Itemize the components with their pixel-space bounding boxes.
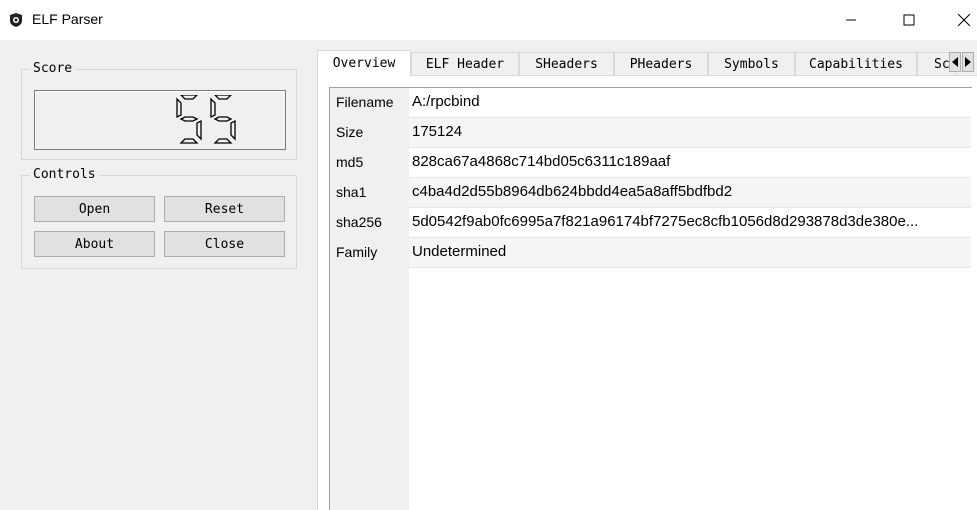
key-column-fill bbox=[330, 268, 409, 510]
arrow-right-icon bbox=[965, 57, 971, 67]
row-key: sha256 bbox=[330, 208, 409, 238]
row-value[interactable]: 175124 bbox=[409, 118, 971, 148]
overview-pane: Filename A:/rpcbind Size 175124 md5 828c… bbox=[317, 75, 977, 510]
score-lcd-digits bbox=[176, 95, 236, 144]
row-key: sha1 bbox=[330, 178, 409, 208]
controls-label: Controls bbox=[30, 167, 99, 182]
close-icon bbox=[957, 13, 971, 27]
score-lcd: 55 bbox=[34, 90, 286, 150]
table-row[interactable]: Family Undetermined bbox=[330, 238, 973, 268]
lcd-segment bbox=[213, 138, 233, 144]
lcd-segment bbox=[179, 138, 199, 144]
row-value[interactable]: A:/rpcbind bbox=[409, 88, 971, 118]
maximize-button[interactable] bbox=[886, 0, 932, 40]
row-value[interactable]: Undetermined bbox=[409, 238, 971, 268]
row-key: Family bbox=[330, 238, 409, 268]
row-key: Filename bbox=[330, 88, 409, 118]
tab-capabilities[interactable]: Capabilities bbox=[795, 52, 917, 75]
close-window-button[interactable] bbox=[944, 0, 977, 40]
row-value[interactable]: c4ba4d2d55b8964db624bbdd4ea5a8aff5bdfbd2 bbox=[409, 178, 971, 208]
app-logo-icon bbox=[10, 13, 22, 27]
minimize-icon bbox=[846, 19, 856, 21]
table-row[interactable]: sha1 c4ba4d2d55b8964db624bbdd4ea5a8aff5b… bbox=[330, 178, 973, 208]
window-title: ELF Parser bbox=[32, 11, 103, 27]
tab-pheaders[interactable]: PHeaders bbox=[614, 52, 708, 75]
tab-elf-header[interactable]: ELF Header bbox=[411, 52, 519, 75]
lcd-segment bbox=[213, 116, 233, 122]
row-key: md5 bbox=[330, 148, 409, 178]
row-key: Size bbox=[330, 118, 409, 148]
about-button[interactable]: About bbox=[34, 231, 155, 257]
maximize-icon bbox=[903, 14, 915, 26]
lcd-segment bbox=[176, 97, 182, 119]
lcd-segment bbox=[210, 97, 216, 119]
table-row[interactable]: Size 175124 bbox=[330, 118, 973, 148]
open-button[interactable]: Open bbox=[34, 196, 155, 222]
arrow-left-icon bbox=[952, 57, 958, 67]
tab-symbols[interactable]: Symbols bbox=[708, 52, 795, 75]
tab-scroll-left[interactable] bbox=[949, 52, 961, 72]
controls-group: Controls Open Reset About Close bbox=[21, 167, 297, 269]
overview-table: Filename A:/rpcbind Size 175124 md5 828c… bbox=[329, 87, 972, 510]
tab-overview[interactable]: Overview bbox=[317, 50, 411, 76]
table-row[interactable]: sha256 5d0542f9ab0fc6995a7f821a96174bf72… bbox=[330, 208, 973, 238]
score-label: Score bbox=[30, 61, 76, 76]
tab-bar: Overview ELF Header SHeaders PHeaders Sy… bbox=[317, 50, 977, 76]
table-row[interactable]: Filename A:/rpcbind bbox=[330, 88, 973, 118]
lcd-segment bbox=[180, 95, 198, 100]
close-button[interactable]: Close bbox=[164, 231, 285, 257]
title-bar: ELF Parser bbox=[0, 0, 977, 40]
tab-sheaders[interactable]: SHeaders bbox=[519, 52, 614, 75]
lcd-segment bbox=[196, 119, 202, 141]
lcd-segment bbox=[230, 119, 236, 141]
minimize-button[interactable] bbox=[828, 0, 874, 40]
table-row[interactable]: md5 828ca67a4868c714bd05c6311c189aaf bbox=[330, 148, 973, 178]
row-value[interactable]: 5d0542f9ab0fc6995a7f821a96174bf7275ec8cf… bbox=[409, 208, 971, 238]
row-value[interactable]: 828ca67a4868c714bd05c6311c189aaf bbox=[409, 148, 971, 178]
reset-button[interactable]: Reset bbox=[164, 196, 285, 222]
tab-scroll-right[interactable] bbox=[962, 52, 974, 72]
lcd-segment bbox=[214, 95, 232, 100]
lcd-segment bbox=[179, 116, 199, 122]
score-group: Score 55 bbox=[21, 61, 297, 160]
